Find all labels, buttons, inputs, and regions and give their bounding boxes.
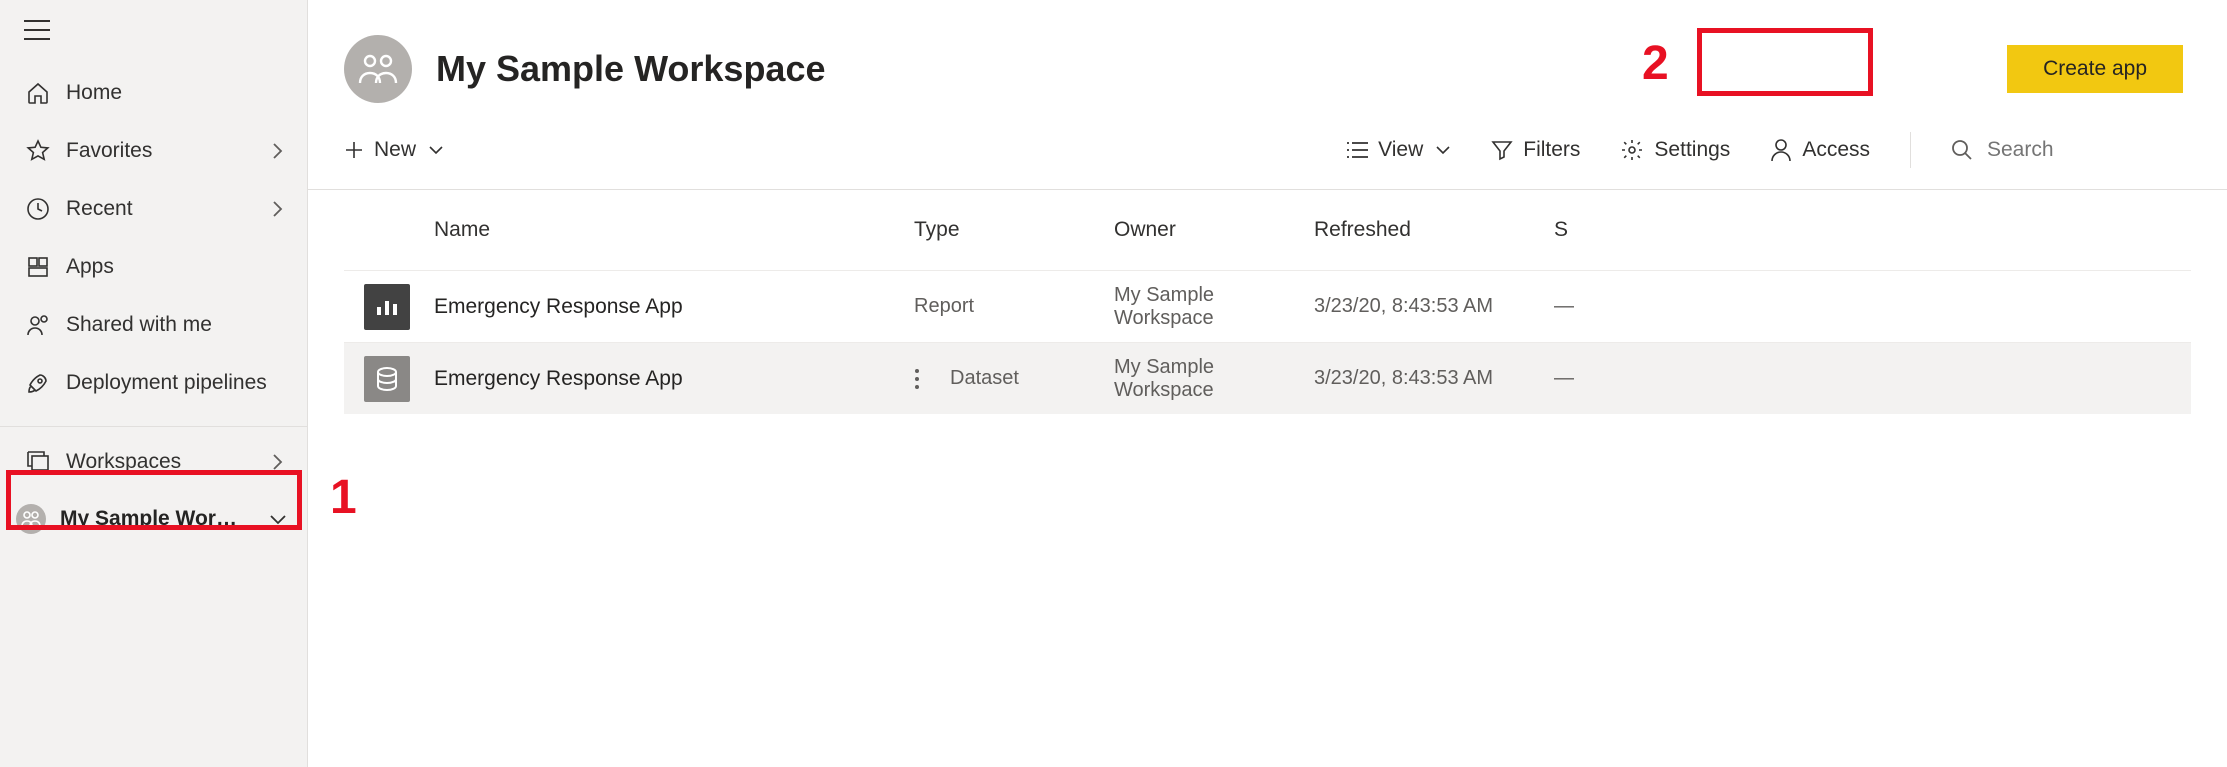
- page-title: My Sample Workspace: [436, 48, 826, 90]
- more-button[interactable]: [914, 368, 920, 390]
- clock-icon: [24, 197, 52, 221]
- hamburger-icon: [24, 20, 50, 40]
- nav-main: Home Favorites Recent Apps: [0, 60, 307, 412]
- item-refreshed: 3/23/20, 8:43:53 AM: [1314, 367, 1554, 390]
- sidebar: Home Favorites Recent Apps: [0, 0, 308, 767]
- search-icon: [1951, 139, 1973, 161]
- person-icon: [1770, 138, 1792, 162]
- people-icon: [16, 504, 46, 534]
- more-vertical-icon: [914, 368, 920, 390]
- nav-label: Home: [66, 81, 122, 105]
- toolbar-label: Settings: [1654, 138, 1730, 162]
- col-sensitivity[interactable]: S: [1554, 218, 1614, 242]
- toolbar-label: View: [1378, 138, 1423, 162]
- col-owner[interactable]: Owner: [1114, 218, 1314, 242]
- nav-recent[interactable]: Recent: [0, 180, 307, 238]
- star-icon: [24, 139, 52, 163]
- table-row[interactable]: Emergency Response App Report My Sample …: [344, 270, 2191, 342]
- toolbar-label: New: [374, 138, 416, 162]
- rocket-icon: [24, 371, 52, 395]
- nav-label: Deployment pipelines: [66, 371, 267, 395]
- item-type: Report: [914, 295, 1114, 318]
- table-header: Name Type Owner Refreshed S: [344, 190, 2191, 270]
- new-button[interactable]: New: [344, 138, 444, 162]
- col-name[interactable]: Name: [434, 218, 914, 242]
- item-owner: My Sample Workspace: [1114, 284, 1314, 330]
- workspaces-icon: [24, 450, 52, 474]
- nav-pipelines[interactable]: Deployment pipelines: [0, 354, 307, 412]
- main: My Sample Workspace Create app New View …: [308, 0, 2227, 767]
- nav-shared[interactable]: Shared with me: [0, 296, 307, 354]
- create-app-button[interactable]: Create app: [2007, 45, 2183, 93]
- workspace-name: My Sample Works…: [60, 507, 240, 531]
- workspace-selected[interactable]: My Sample Works…: [0, 491, 307, 547]
- item-sensitivity: —: [1554, 367, 1614, 390]
- people-icon: [344, 35, 412, 103]
- chevron-right-icon: [271, 142, 283, 160]
- dataset-icon: [364, 356, 410, 402]
- settings-button[interactable]: Settings: [1620, 138, 1730, 162]
- item-name: Emergency Response App: [434, 367, 914, 391]
- nav-bottom: Workspaces My Sample Works…: [0, 426, 307, 547]
- chevron-down-icon: [428, 145, 444, 155]
- item-type: Dataset: [950, 367, 1019, 390]
- nav-label: Favorites: [66, 139, 152, 163]
- list-icon: [1346, 141, 1368, 159]
- access-button[interactable]: Access: [1770, 138, 1870, 162]
- shared-icon: [24, 313, 52, 337]
- toolbar-label: Filters: [1523, 138, 1580, 162]
- toolbar: New View Filters Settings Access: [308, 110, 2227, 190]
- chevron-right-icon: [271, 453, 283, 471]
- hamburger-menu[interactable]: [0, 0, 307, 60]
- annotation-number-2: 2: [1642, 36, 1669, 91]
- search-input[interactable]: [1987, 138, 2187, 162]
- col-refreshed[interactable]: Refreshed: [1314, 218, 1554, 242]
- item-sensitivity: —: [1554, 295, 1614, 318]
- col-type[interactable]: Type: [914, 218, 1114, 242]
- chevron-down-icon: [269, 513, 287, 525]
- nav-label: Apps: [66, 255, 114, 279]
- nav-label: Shared with me: [66, 313, 212, 337]
- item-owner: My Sample Workspace: [1114, 356, 1314, 402]
- table-row[interactable]: Emergency Response App Dataset My Sample…: [344, 342, 2191, 414]
- nav-favorites[interactable]: Favorites: [0, 122, 307, 180]
- toolbar-label: Access: [1802, 138, 1870, 162]
- chevron-down-icon: [1435, 145, 1451, 155]
- home-icon: [24, 81, 52, 105]
- filters-button[interactable]: Filters: [1491, 138, 1580, 162]
- nav-workspaces[interactable]: Workspaces: [0, 433, 307, 491]
- plus-icon: [344, 140, 364, 160]
- chevron-right-icon: [271, 200, 283, 218]
- filter-icon: [1491, 139, 1513, 161]
- nav-label: Recent: [66, 197, 133, 221]
- content-table: Name Type Owner Refreshed S Emergency Re…: [308, 190, 2227, 414]
- apps-icon: [24, 255, 52, 279]
- report-icon: [364, 284, 410, 330]
- separator: [1910, 132, 1911, 168]
- nav-apps[interactable]: Apps: [0, 238, 307, 296]
- item-refreshed: 3/23/20, 8:43:53 AM: [1314, 295, 1554, 318]
- item-name: Emergency Response App: [434, 295, 914, 319]
- nav-label: Workspaces: [66, 450, 181, 474]
- gear-icon: [1620, 138, 1644, 162]
- view-button[interactable]: View: [1346, 138, 1451, 162]
- workspace-header: My Sample Workspace Create app: [308, 0, 2227, 110]
- nav-home[interactable]: Home: [0, 64, 307, 122]
- annotation-number-1: 1: [330, 470, 357, 525]
- search-box[interactable]: [1951, 138, 2191, 162]
